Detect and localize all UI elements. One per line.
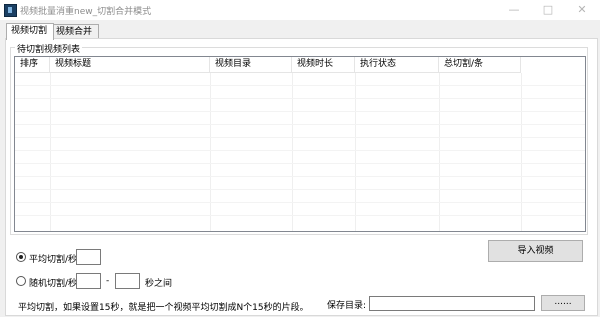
minimize-button[interactable]: —: [497, 0, 531, 20]
close-button[interactable]: ✕: [565, 0, 599, 20]
title-bar: 视频批量消重new_切割合并模式 — □ ✕: [0, 0, 600, 20]
table-body: [15, 73, 585, 231]
maximize-button[interactable]: □: [531, 0, 565, 20]
average-cut-label: 平均切割/秒: [29, 255, 78, 265]
save-directory-label: 保存目录:: [327, 301, 367, 311]
random-cut-label: 随机切割/秒: [29, 279, 78, 289]
column-header-directory[interactable]: 视频目录: [210, 57, 292, 72]
column-header-title[interactable]: 视频标题: [50, 57, 210, 72]
random-cut-radio[interactable]: [16, 276, 26, 286]
random-max-input[interactable]: [115, 273, 140, 289]
video-list-table[interactable]: 排序 视频标题 视频目录 视频时长 执行状态 总切割/条: [14, 56, 586, 232]
column-header-duration[interactable]: 视频时长: [292, 57, 355, 72]
browse-directory-button[interactable]: ......: [541, 295, 585, 311]
column-header-order[interactable]: 排序: [15, 57, 50, 72]
app-icon: [4, 4, 17, 17]
window-title: 视频批量消重new_切割合并模式: [20, 7, 152, 17]
save-directory-input[interactable]: [369, 296, 535, 311]
import-video-button[interactable]: 导入视频: [488, 240, 583, 262]
video-list-group-title: 待切割视频列表: [15, 42, 83, 55]
random-min-input[interactable]: [76, 273, 101, 289]
tab-video-cut[interactable]: 视频切割: [6, 23, 54, 40]
random-range-suffix: 秒之间: [145, 279, 173, 289]
random-range-separator: -: [106, 276, 110, 286]
cut-hint-text: 平均切割，如果设置15秒，就是把一个视频平均切割成N个15秒的片段。: [18, 303, 309, 313]
average-seconds-input[interactable]: [76, 249, 101, 265]
average-cut-radio[interactable]: [16, 252, 26, 262]
table-header: 排序 视频标题 视频目录 视频时长 执行状态 总切割/条: [15, 57, 521, 73]
column-header-status[interactable]: 执行状态: [355, 57, 439, 72]
column-header-total-cuts[interactable]: 总切割/条: [439, 57, 521, 72]
